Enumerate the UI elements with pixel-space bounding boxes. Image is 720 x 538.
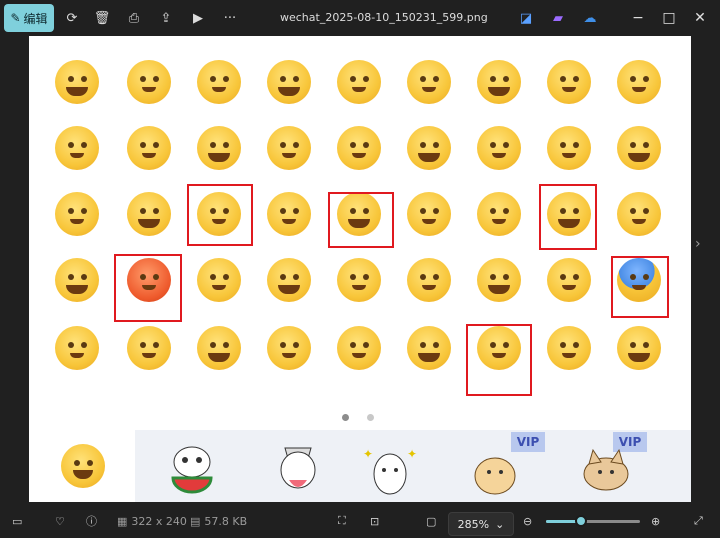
dog-heart-sticker[interactable]	[267, 440, 329, 498]
emoji-sticker	[615, 58, 663, 106]
emoji-sticker	[195, 124, 243, 172]
selection-box	[466, 324, 532, 396]
emoji-sticker	[265, 58, 313, 106]
file-size-text: 57.8 KB	[204, 514, 248, 528]
shiba-vip-sticker[interactable]	[575, 440, 637, 498]
photos-app-icon[interactable]: ◪	[512, 4, 540, 32]
favorite-icon[interactable]: ♡	[55, 504, 65, 538]
emoji-sticker	[195, 324, 243, 372]
emoji-sticker	[53, 190, 101, 238]
emoji-sticker	[475, 124, 523, 172]
filmstrip-icon[interactable]: ▭	[12, 504, 22, 538]
emoji-sticker	[405, 190, 453, 238]
emoji-sticker	[53, 256, 101, 304]
selection-box	[611, 256, 669, 318]
emoji-sticker	[615, 190, 663, 238]
emoji-sticker	[475, 58, 523, 106]
onedrive-icon[interactable]: ☁	[576, 4, 604, 32]
window-title: wechat_2025-08-10_150231_599.png	[280, 11, 488, 24]
svg-text:✦: ✦	[407, 447, 417, 461]
emoji-sticker	[195, 58, 243, 106]
emoji-sticker	[545, 324, 593, 372]
svg-text:✦: ✦	[363, 447, 373, 461]
more-button[interactable]: ···	[216, 4, 244, 32]
dimensions-text: 322 x 240	[131, 514, 187, 528]
emoji-sticker	[615, 124, 663, 172]
emoji-sticker	[405, 58, 453, 106]
delete-icon[interactable]: 🗑	[88, 4, 116, 32]
emoji-sticker	[545, 58, 593, 106]
close-button[interactable]: ✕	[684, 4, 716, 32]
emoji-sticker	[335, 324, 383, 372]
edit-icon: ✎	[10, 11, 21, 25]
zoom-out-icon[interactable]: ⊖	[523, 504, 532, 538]
emoji-sticker	[265, 124, 313, 172]
zoom-in-icon[interactable]: ⊕	[651, 504, 660, 538]
chevron-down-icon: ⌄	[495, 517, 505, 531]
full-view-icon[interactable]: ▢	[426, 504, 436, 538]
zoom-value: 285%	[457, 517, 490, 531]
emoji-sticker	[475, 256, 523, 304]
emoji-sticker	[53, 324, 101, 372]
page-dot-1[interactable]	[342, 414, 349, 421]
emoji-sticker	[545, 256, 593, 304]
emoji-sticker	[125, 58, 173, 106]
selection-box	[187, 184, 253, 246]
minimize-button[interactable]: −	[622, 4, 654, 32]
edit-button[interactable]: ✎ 编辑	[4, 4, 54, 32]
actual-size-icon[interactable]: ⊡	[370, 504, 379, 538]
zoom-dropdown[interactable]: 285% ⌄	[448, 512, 514, 536]
info-icon[interactable]: ⓘ	[86, 504, 97, 538]
slideshow-icon[interactable]: ▶	[184, 4, 212, 32]
rotate-icon[interactable]: ⟳	[58, 4, 86, 32]
file-size-icon: ▤	[190, 514, 201, 528]
zoom-slider[interactable]	[546, 515, 640, 527]
emoji-sticker	[615, 324, 663, 372]
emoji-sticker	[125, 190, 173, 238]
selection-box	[539, 184, 597, 250]
emoji-sticker	[53, 58, 101, 106]
maximize-button[interactable]: □	[653, 4, 685, 32]
dimensions-info: ▦ 322 x 240	[117, 504, 187, 538]
file-size-info: ▤ 57.8 KB	[190, 504, 247, 538]
emoji-sticker	[475, 190, 523, 238]
print-icon[interactable]: ⎙	[120, 4, 148, 32]
emoji-sticker	[53, 124, 101, 172]
fit-to-window-icon[interactable]: ⛶	[338, 504, 346, 538]
sticker-tray-emoji-tab[interactable]	[29, 430, 135, 502]
cat-sparkle-sticker[interactable]: ✦ ✦	[359, 440, 421, 498]
dimensions-icon: ▦	[117, 514, 128, 528]
emoji-sticker	[405, 124, 453, 172]
clipchamp-icon[interactable]: ▰	[544, 4, 572, 32]
emoji-sticker	[125, 124, 173, 172]
emoji-sticker	[265, 324, 313, 372]
emoji-sticker	[335, 256, 383, 304]
emoji-sticker	[195, 256, 243, 304]
selection-box	[114, 254, 182, 322]
share-icon[interactable]: ⇪	[152, 4, 180, 32]
selection-box	[328, 192, 394, 248]
edit-label: 编辑	[23, 11, 48, 26]
emoji-sticker	[125, 324, 173, 372]
emoji-sticker	[265, 256, 313, 304]
zoom-slider-thumb[interactable]	[574, 515, 587, 527]
image-canvas[interactable]: ✦ ✦ VIP VIP	[29, 36, 691, 502]
watermelon-cow-sticker[interactable]	[161, 440, 223, 498]
hamster-vip-sticker[interactable]	[465, 440, 527, 498]
emoji-sticker	[335, 58, 383, 106]
title-bar: ✎ 编辑 ⟳ 🗑 ⎙ ⇪ ▶ ··· wechat_2025-08-10_150…	[0, 0, 720, 36]
expand-icon[interactable]: ⤢	[694, 504, 703, 538]
emoji-sticker	[545, 124, 593, 172]
page-dot-2[interactable]	[367, 414, 374, 421]
emoji-sticker	[405, 256, 453, 304]
emoji-tab-icon	[59, 442, 107, 490]
emoji-sticker	[335, 124, 383, 172]
emoji-sticker	[265, 190, 313, 238]
emoji-sticker	[405, 324, 453, 372]
side-scroll-handle[interactable]: ›	[695, 236, 709, 256]
